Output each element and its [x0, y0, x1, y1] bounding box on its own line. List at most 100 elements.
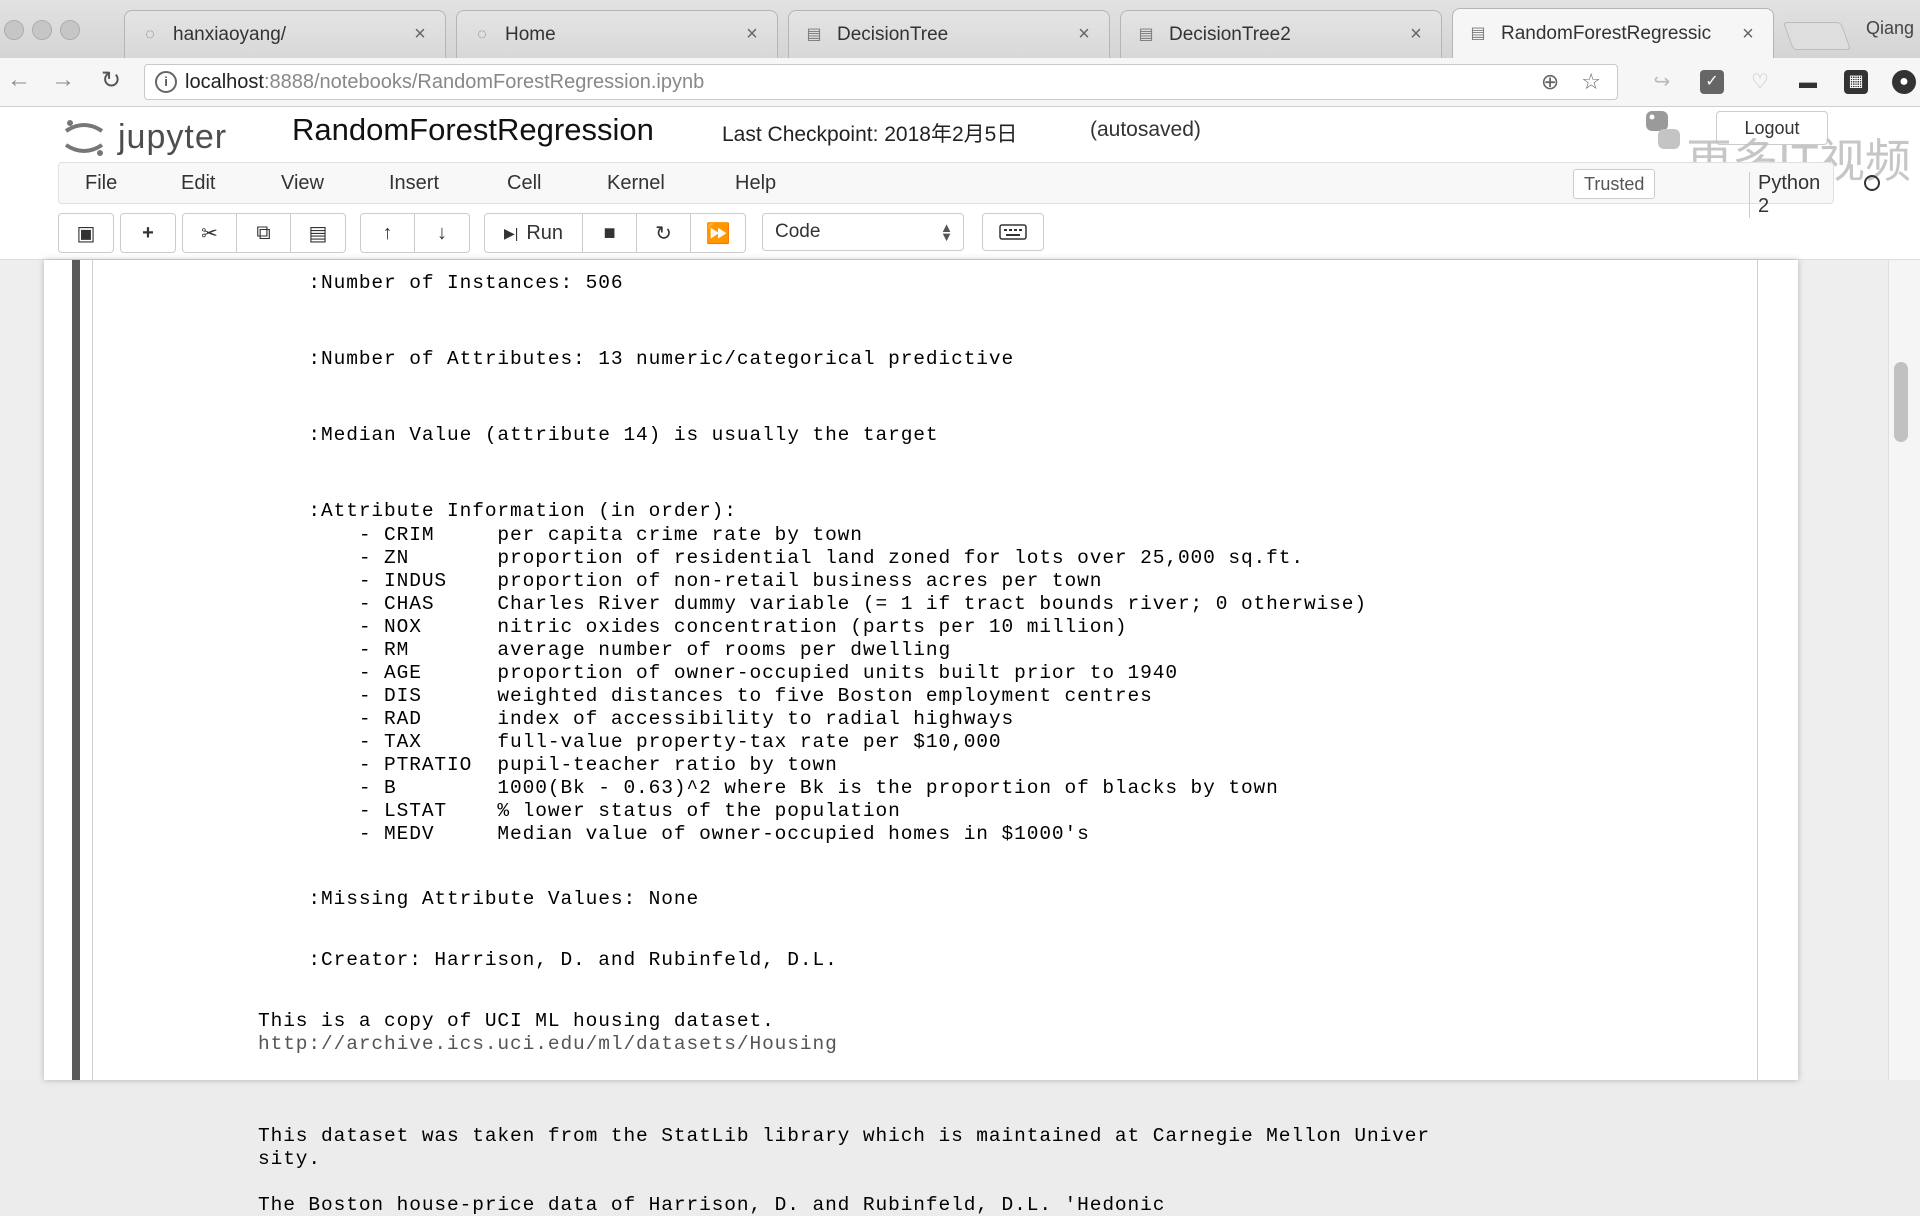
python-logo-icon	[1640, 107, 1686, 153]
run-group: ▶| Run ■ ↻ ⏩	[484, 213, 746, 253]
output-line: - DIS weighted distances to five Boston …	[258, 685, 1153, 707]
profile-name[interactable]: Qiang	[1866, 18, 1914, 39]
zoom-icon[interactable]: ⊕	[1541, 69, 1559, 95]
settings-extension-icon[interactable]: ●	[1892, 70, 1916, 94]
output-line: - TAX full-value property-tax rate per $…	[258, 731, 1002, 753]
notebook-site: :Number of Instances: 506 :Number of Att…	[0, 260, 1920, 1216]
edit-group: ✂ ⧉ ▤	[182, 213, 346, 253]
copy-icon[interactable]: ⧉	[237, 214, 291, 252]
menu-file[interactable]: File	[85, 172, 117, 195]
output-line: sity.	[258, 1148, 322, 1170]
back-icon[interactable]: ←	[4, 66, 34, 94]
address-toolbar: ← → ↻ i localhost:8888/notebooks/RandomF…	[0, 58, 1920, 107]
select-arrows-icon: ▲ ▼	[940, 220, 953, 244]
cell-type-value: Code	[775, 221, 821, 242]
notebook-favicon-icon: ▤	[1470, 25, 1486, 42]
url-bar[interactable]: i localhost:8888/notebooks/RandomForestR…	[144, 64, 1618, 100]
url-host: localhost	[185, 70, 264, 93]
window-close-dot[interactable]	[4, 20, 24, 40]
hat-extension-icon[interactable]: ▬	[1796, 70, 1820, 94]
url-path: :8888/notebooks/RandomForestRegression.i…	[263, 70, 705, 93]
output-line: - RAD index of accessibility to radial h…	[258, 708, 1015, 730]
close-icon[interactable]: ×	[1075, 23, 1093, 46]
keyboard-shortcuts-button[interactable]	[982, 213, 1044, 251]
gamepad-extension-icon[interactable]: ▦	[1844, 70, 1868, 94]
notebook-favicon-icon: ▤	[806, 25, 822, 43]
menu-kernel[interactable]: Kernel	[607, 172, 665, 195]
bookmark-star-icon[interactable]: ☆	[1581, 69, 1601, 95]
window-minimize-dot[interactable]	[32, 20, 52, 40]
output-line: :Attribute Information (in order):	[258, 500, 737, 522]
fast-forward-icon[interactable]: ⏩	[691, 214, 745, 252]
output-line: This dataset was taken from the StatLib …	[258, 1125, 1430, 1147]
save-icon[interactable]: ▣	[59, 214, 113, 252]
insert-cell-plus-icon[interactable]: +	[121, 214, 175, 252]
menu-insert[interactable]: Insert	[389, 172, 439, 195]
reload-icon[interactable]: ↻	[96, 66, 126, 95]
close-icon[interactable]: ×	[411, 23, 429, 46]
insert-group: +	[120, 213, 176, 253]
tab-randomforestregression[interactable]: ▤ RandomForestRegressic ×	[1452, 8, 1774, 59]
restart-icon[interactable]: ↻	[637, 214, 691, 252]
output-line: - AGE proportion of owner-occupied units…	[258, 662, 1178, 684]
output-line: :Missing Attribute Values: None	[258, 888, 700, 910]
stop-square-icon[interactable]: ■	[583, 214, 637, 252]
run-label: Run	[526, 221, 564, 244]
tab-hanxiaoyang[interactable]: ◌ hanxiaoyang/ ×	[124, 10, 446, 58]
tab-decisiontree[interactable]: ▤ DecisionTree ×	[788, 10, 1110, 58]
output-line: :Median Value (attribute 14) is usually …	[258, 424, 939, 446]
pocket-extension-icon[interactable]: ✓	[1700, 70, 1724, 94]
output-line: - MEDV Median value of owner-occupied ho…	[258, 823, 1090, 845]
jupyter-logo-text: jupyter	[118, 117, 228, 156]
output-line: The Boston house-price data of Harrison,…	[258, 1194, 1166, 1216]
notebook-page: :Number of Instances: 506 :Number of Att…	[44, 260, 1798, 1216]
close-icon[interactable]: ×	[743, 23, 761, 46]
close-icon[interactable]: ×	[1407, 23, 1425, 46]
trusted-badge[interactable]: Trusted	[1573, 169, 1656, 199]
menu-cell[interactable]: Cell	[507, 172, 541, 195]
menu-edit[interactable]: Edit	[181, 172, 215, 195]
cut-scissors-icon[interactable]: ✂	[183, 214, 237, 252]
tab-home[interactable]: ◌ Home ×	[456, 10, 778, 58]
arrow-up-icon[interactable]: ↑	[361, 214, 415, 252]
menu-help[interactable]: Help	[735, 172, 776, 195]
jupyter-logo[interactable]: jupyter	[62, 115, 227, 159]
output-line: - CHAS Charles River dummy variable (= 1…	[258, 593, 1367, 615]
notebook-name[interactable]: RandomForestRegression	[292, 112, 654, 148]
share-icon[interactable]: ↪	[1650, 70, 1674, 94]
arrow-down-icon[interactable]: ↓	[415, 214, 469, 252]
output-line: :Number of Attributes: 13 numeric/catego…	[258, 348, 1015, 370]
tab-decisiontree2[interactable]: ▤ DecisionTree2 ×	[1120, 10, 1442, 58]
cell-type-select[interactable]: Code ▲ ▼	[762, 213, 964, 251]
forward-icon[interactable]: →	[48, 66, 78, 94]
run-button[interactable]: ▶| Run	[485, 214, 583, 252]
dataset-link[interactable]: http://archive.ics.uci.edu/ml/datasets/H…	[258, 1033, 838, 1055]
jupyter-header: jupyter RandomForestRegression Last Chec…	[0, 107, 1920, 260]
info-icon[interactable]: i	[155, 71, 177, 93]
output-line: - NOX nitric oxides concentration (parts…	[258, 616, 1128, 638]
new-tab-button[interactable]	[1782, 22, 1852, 50]
autosave-status: (autosaved)	[1090, 118, 1201, 141]
output-line: - CRIM per capita crime rate by town	[258, 524, 863, 546]
shield-extension-icon[interactable]: ♡	[1748, 70, 1772, 94]
paste-icon[interactable]: ▤	[291, 214, 345, 252]
output-line: - INDUS proportion of non-retail busines…	[258, 570, 1103, 592]
kernel-idle-indicator-icon	[1864, 175, 1880, 191]
menu-view[interactable]: View	[281, 172, 324, 195]
move-group: ↑ ↓	[360, 213, 470, 253]
loading-icon: ◌	[145, 25, 155, 43]
close-icon[interactable]: ×	[1739, 23, 1757, 46]
step-forward-icon: ▶|	[503, 224, 519, 241]
notebook-favicon-icon: ▤	[1138, 25, 1154, 43]
save-group: ▣	[58, 213, 114, 253]
output-line: :Creator: Harrison, D. and Rubinfeld, D.…	[258, 949, 838, 971]
output-line: - B 1000(Bk - 0.63)^2 where Bk is the pr…	[258, 777, 1279, 799]
notebook-toolbar: ▣ + ✂ ⧉ ▤ ↑ ↓ ▶| Run ■ ↻ ⏩ Code ▲ ▼	[58, 213, 1058, 253]
keyboard-icon	[999, 224, 1027, 240]
cell-selection-border	[72, 260, 80, 1080]
scrollbar-thumb[interactable]	[1894, 362, 1908, 442]
kernel-name: Python 2	[1749, 172, 1833, 218]
checkpoint-status: Last Checkpoint: 2018年2月5日	[722, 123, 1018, 146]
menu-bar: File Edit View Insert Cell Kernel Help T…	[58, 162, 1880, 218]
window-zoom-dot[interactable]	[60, 20, 80, 40]
